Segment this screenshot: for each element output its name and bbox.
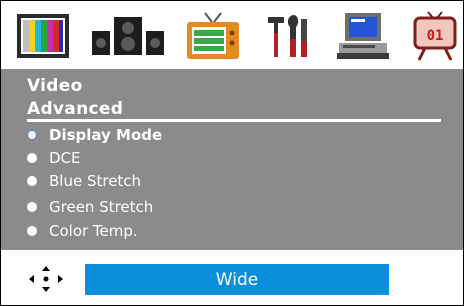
four-way-nav-icon xyxy=(28,265,64,293)
picture-icon[interactable] xyxy=(13,7,73,65)
menu-item-label: Green Stretch xyxy=(49,198,154,216)
timer-icon[interactable]: 01 xyxy=(409,5,461,67)
bullet-icon xyxy=(27,202,37,212)
value-bar: Wide xyxy=(1,250,463,305)
menu-title: Video xyxy=(27,76,83,96)
menu-item-label: Color Temp. xyxy=(49,222,138,240)
tv-icon[interactable] xyxy=(185,7,241,65)
menu-item-label: Display Mode xyxy=(49,126,163,144)
menu-item-label: Blue Stretch xyxy=(49,172,142,190)
menu-item-dce[interactable]: DCE xyxy=(27,147,81,169)
display-mode-value[interactable]: Wide xyxy=(85,264,389,295)
bullet-icon xyxy=(27,226,37,236)
menu-item-color-temp[interactable]: Color Temp. xyxy=(27,220,138,242)
bullet-icon xyxy=(27,153,37,163)
bullet-icon xyxy=(27,130,37,140)
title-divider xyxy=(27,119,441,122)
pc-icon[interactable] xyxy=(335,7,391,65)
menu-panel: Video Advanced Display Mode DCE Blue Str… xyxy=(1,69,463,250)
audio-speakers-icon[interactable] xyxy=(89,7,167,65)
menu-item-label: DCE xyxy=(49,149,81,167)
menu-item-blue-stretch[interactable]: Blue Stretch xyxy=(27,170,141,192)
menu-item-green-stretch[interactable]: Green Stretch xyxy=(27,196,153,218)
menu-icon-bar: 01 xyxy=(1,1,463,69)
tools-icon[interactable] xyxy=(263,7,313,65)
menu-item-display-mode[interactable]: Display Mode xyxy=(27,124,162,146)
svg-text:01: 01 xyxy=(427,28,444,44)
menu-subtitle: Advanced xyxy=(27,99,124,119)
bullet-icon xyxy=(27,176,37,186)
